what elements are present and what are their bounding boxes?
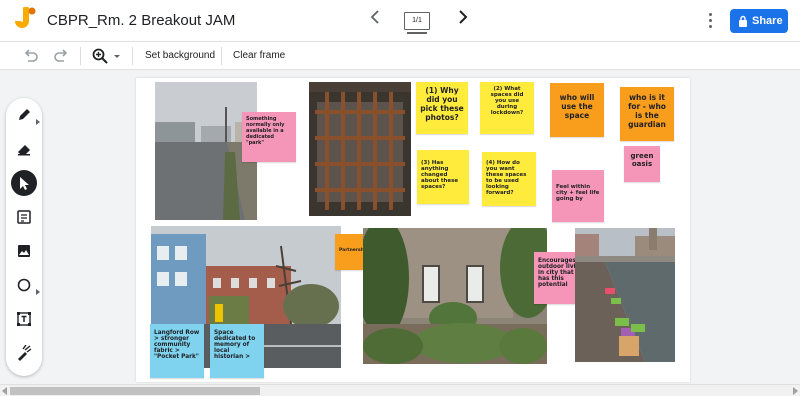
toolbar: Set background Clear frame: [0, 42, 800, 70]
laser-tool[interactable]: [11, 340, 37, 366]
sticky-note-spaces-lockdown[interactable]: (2) What spaces did you use during lockd…: [480, 82, 534, 134]
laser-icon: [18, 345, 32, 361]
frame-count: 1/1: [404, 12, 430, 30]
tool-palette: [6, 98, 42, 376]
select-icon: [20, 177, 29, 190]
scroll-right-arrow-icon[interactable]: [793, 387, 798, 395]
pen-icon: [19, 109, 30, 120]
image-icon: [18, 245, 30, 257]
sticky-note-tool[interactable]: [11, 204, 37, 230]
jamboard-logo-icon[interactable]: [14, 7, 36, 35]
chevron-right-icon: [459, 10, 468, 24]
clear-frame-button[interactable]: Clear frame: [233, 50, 285, 61]
circle-shape-icon: [17, 278, 31, 292]
more-dot: [708, 13, 712, 16]
sticky-note-who-is-it-for[interactable]: who is it for - who is the guardian: [620, 87, 674, 141]
scroll-left-arrow-icon[interactable]: [2, 387, 7, 395]
app-header: CBPR_Rm. 2 Breakout JAM 1/1 Share: [0, 0, 800, 42]
document-title[interactable]: CBPR_Rm. 2 Breakout JAM: [47, 12, 235, 29]
horizontal-scrollbar[interactable]: [0, 384, 800, 396]
zoom-icon[interactable]: [91, 47, 109, 65]
workspace: Something normally only available in a d…: [0, 70, 800, 384]
photo-canal-planters[interactable]: [575, 228, 675, 362]
set-background-button[interactable]: Set background: [145, 50, 215, 61]
toolbar-divider: [132, 47, 133, 65]
frame-stack-line: [407, 32, 427, 34]
shape-options-arrow[interactable]: [36, 282, 40, 295]
photo-iron-gate[interactable]: [309, 82, 411, 216]
sticky-note-why-photos[interactable]: (1) Why did you pick these photos?: [416, 82, 468, 134]
photo-garden[interactable]: [363, 228, 547, 364]
shape-tool[interactable]: [11, 272, 37, 298]
previous-frame-button[interactable]: [366, 10, 384, 30]
more-dot: [708, 25, 712, 28]
text-box-tool[interactable]: [11, 306, 37, 332]
sticky-note-icon: [17, 210, 31, 224]
image-tool[interactable]: [11, 238, 37, 264]
text-box-icon: [17, 312, 31, 326]
share-button[interactable]: Share: [730, 9, 788, 33]
scrollbar-thumb[interactable]: [10, 387, 260, 395]
more-dot: [708, 19, 712, 22]
next-frame-button[interactable]: [454, 10, 472, 30]
jam-canvas[interactable]: Something normally only available in a d…: [136, 78, 690, 382]
select-tool[interactable]: [11, 170, 37, 196]
sticky-note-feel-within-city[interactable]: Feel within city + feel life going by: [552, 170, 604, 222]
zoom-dropdown-icon[interactable]: [112, 47, 122, 65]
pen-options-arrow[interactable]: [36, 112, 40, 125]
share-label: Share: [752, 15, 783, 27]
sticky-note-park[interactable]: Something normally only available in a d…: [242, 112, 296, 162]
sticky-note-how-used-forward[interactable]: (4) How do you want these spaces to be u…: [482, 152, 536, 206]
sticky-note-who-will-use[interactable]: who will use the space: [550, 83, 604, 137]
toolbar-divider: [80, 47, 81, 65]
pen-tool[interactable]: [11, 102, 37, 128]
sticky-note-langford-row[interactable]: Langford Row > stronger community fabric…: [150, 324, 204, 378]
chevron-left-icon: [370, 10, 379, 24]
sticky-note-historian-memory[interactable]: Space dedicated to memory of local histo…: [210, 324, 264, 378]
toolbar-divider: [221, 47, 222, 65]
more-options-button[interactable]: [700, 10, 720, 32]
frame-bar-toggle[interactable]: 1/1: [402, 10, 432, 34]
sticky-note-green-oasis[interactable]: green oasis: [624, 146, 660, 182]
sticky-note-anything-changed[interactable]: (3) Has anything changed about these spa…: [417, 150, 469, 204]
eraser-tool[interactable]: [11, 136, 37, 162]
eraser-icon: [18, 145, 30, 156]
undo-icon[interactable]: [22, 47, 40, 65]
lock-icon: [739, 15, 747, 27]
redo-icon[interactable]: [52, 47, 70, 65]
